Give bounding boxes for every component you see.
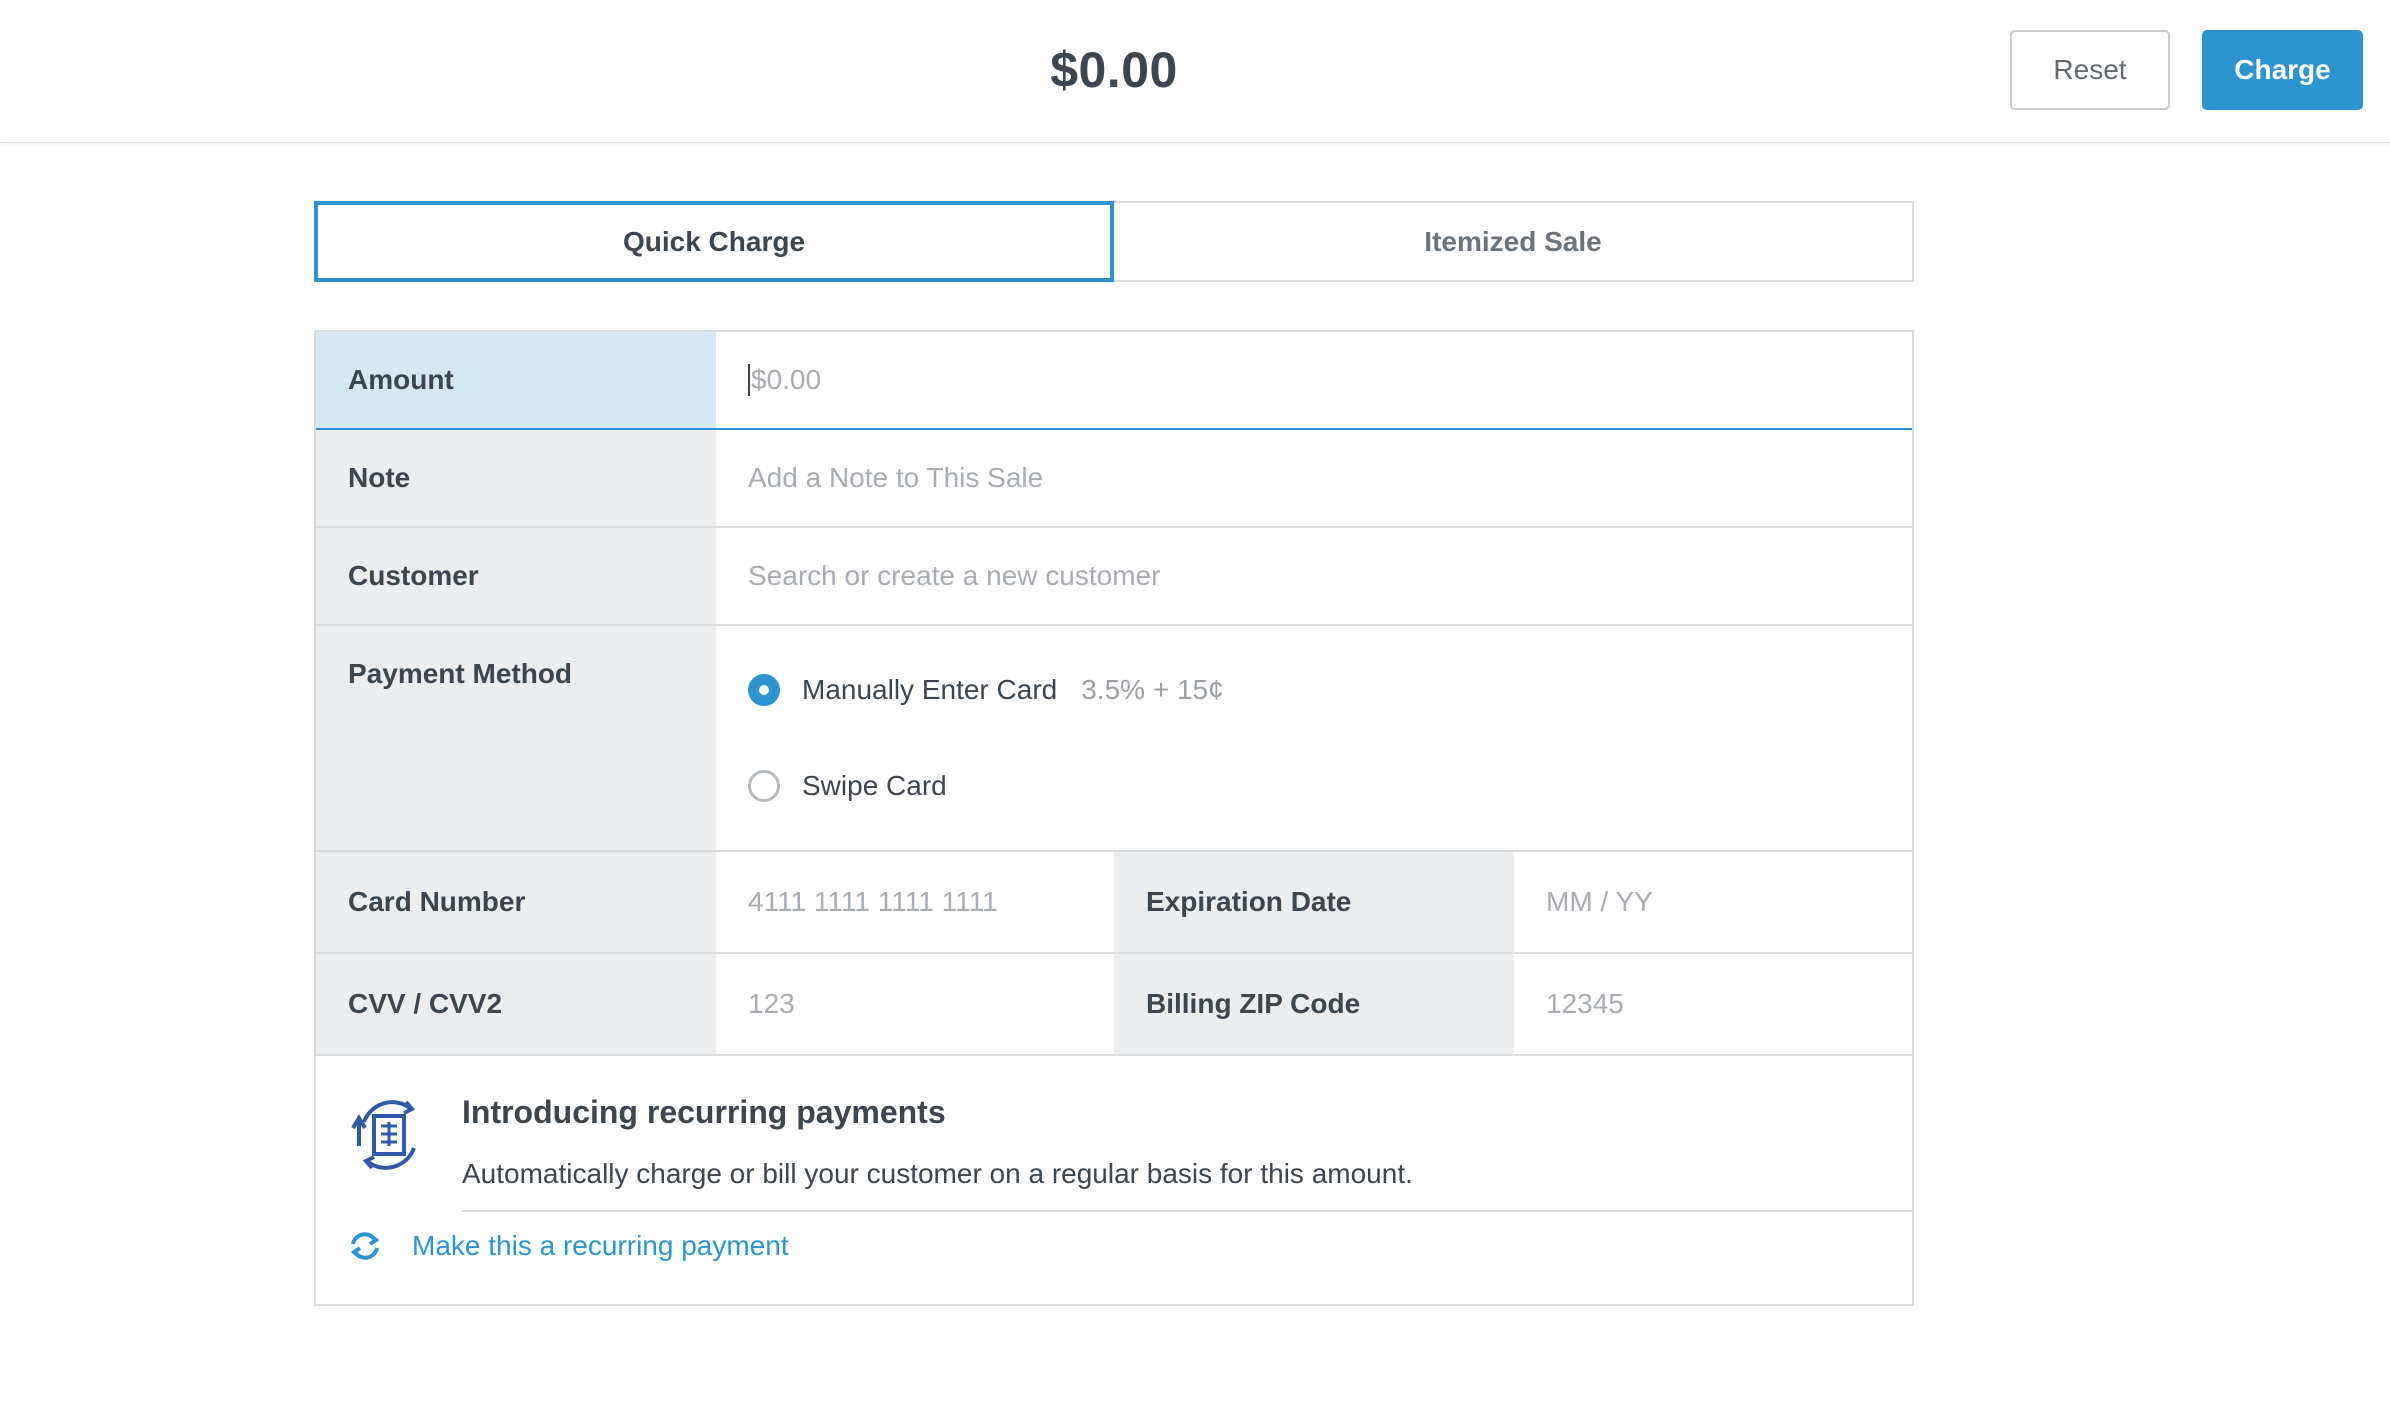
payment-method-row: Payment Method Manually Enter Card 3.5% … bbox=[316, 626, 1912, 852]
make-recurring-link[interactable]: Make this a recurring payment bbox=[348, 1230, 789, 1262]
swipe-card-label: Swipe Card bbox=[802, 770, 947, 801]
note-label: Note bbox=[316, 430, 716, 526]
recurring-invoice-icon bbox=[351, 1100, 416, 1170]
sale-type-tabs: Quick Charge Itemized Sale bbox=[314, 201, 1914, 282]
refresh-icon bbox=[350, 1232, 380, 1260]
reset-button[interactable]: Reset bbox=[2010, 30, 2170, 110]
amount-input[interactable] bbox=[751, 364, 1912, 396]
make-recurring-label[interactable]: Make this a recurring payment bbox=[412, 1230, 789, 1262]
cvv-label: CVV / CVV2 bbox=[316, 954, 716, 1054]
radio-button-unchecked[interactable] bbox=[748, 770, 780, 802]
card-number-row: Card Number 4111 1111 1111 1111 Expirati… bbox=[316, 852, 1912, 954]
zip-label: Billing ZIP Code bbox=[1114, 954, 1514, 1054]
customer-label: Customer bbox=[316, 528, 716, 624]
expiration-input[interactable]: MM / YY bbox=[1514, 852, 1912, 952]
amount-field[interactable] bbox=[716, 332, 1912, 428]
amount-label: Amount bbox=[316, 332, 716, 428]
tab-quick-charge[interactable]: Quick Charge bbox=[314, 201, 1114, 282]
radio-manual-entry[interactable]: Manually Enter Card 3.5% + 15¢ bbox=[748, 674, 1224, 706]
quick-charge-form: Amount Note Customer Payment Method Manu… bbox=[314, 330, 1914, 1306]
promo-description: Automatically charge or bill your custom… bbox=[462, 1158, 1413, 1189]
card-number-label: Card Number bbox=[316, 852, 716, 952]
expiration-label: Expiration Date bbox=[1114, 852, 1514, 952]
text-caret bbox=[748, 364, 750, 396]
note-row: Note bbox=[316, 430, 1912, 528]
customer-search-input[interactable] bbox=[748, 560, 1912, 592]
card-number-input[interactable]: 4111 1111 1111 1111 bbox=[716, 852, 1114, 952]
tab-itemized-sale[interactable]: Itemized Sale bbox=[1114, 201, 1914, 282]
payment-method-label: Payment Method bbox=[316, 626, 716, 850]
note-field[interactable] bbox=[716, 430, 1912, 526]
cvv-input[interactable]: 123 bbox=[716, 954, 1114, 1054]
radio-swipe-card[interactable]: Swipe Card bbox=[748, 770, 947, 802]
customer-row: Customer bbox=[316, 528, 1912, 626]
charge-button[interactable]: Charge bbox=[2202, 30, 2363, 110]
amount-row: Amount bbox=[316, 332, 1912, 430]
manual-entry-fee: 3.5% + 15¢ bbox=[1081, 674, 1224, 705]
cvv-row: CVV / CVV2 123 Billing ZIP Code 12345 bbox=[316, 954, 1912, 1056]
sale-total: $0.00 bbox=[1050, 42, 1178, 98]
manual-entry-label: Manually Enter Card bbox=[802, 674, 1058, 705]
promo-divider bbox=[462, 1210, 1912, 1212]
zip-input[interactable]: 12345 bbox=[1514, 954, 1912, 1054]
note-input[interactable] bbox=[748, 462, 1912, 494]
recurring-payments-promo: Introducing recurring payments Automatic… bbox=[316, 1058, 1912, 1304]
radio-button-checked[interactable] bbox=[748, 674, 780, 706]
top-bar: $0.00 Reset Charge bbox=[0, 0, 2390, 143]
promo-title: Introducing recurring payments bbox=[462, 1094, 946, 1130]
customer-field[interactable] bbox=[716, 528, 1912, 624]
